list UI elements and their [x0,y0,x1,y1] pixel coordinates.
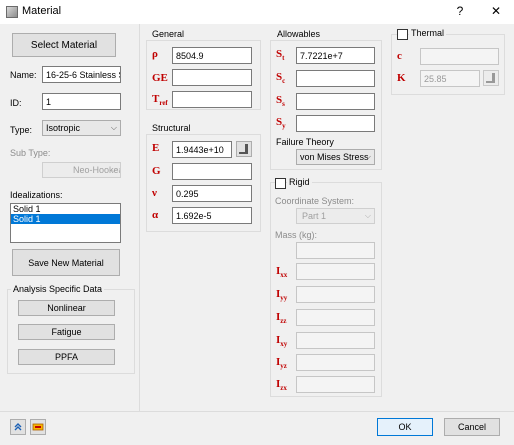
sc-field[interactable] [296,70,375,87]
temperature-table-icon [483,70,499,86]
coordinate-system-label: Coordinate System: [275,196,355,206]
alpha-symbol: α [152,209,159,221]
specific-heat-field [420,48,499,65]
list-item[interactable]: Solid 1 [11,204,120,214]
ok-button[interactable]: OK [377,418,433,436]
chevron-down-icon: ⌵ [110,165,117,174]
alpha-field[interactable]: 1.692e-5 [172,207,252,224]
density-field[interactable]: 8504.9 [172,47,252,64]
poisson-symbol: ν [152,187,157,199]
ixx-symbol: Ixx [276,265,288,280]
idealizations-list[interactable]: Solid 1 Solid 1 [10,203,121,243]
failure-theory-select[interactable]: von Mises Stress ⌵ [296,149,375,165]
nonlinear-button[interactable]: Nonlinear [18,300,115,316]
type-select-value: Isotropic [46,123,81,133]
chevron-down-icon: ⌵ [364,152,371,161]
chevron-down-icon: ⌵ [110,123,117,132]
help-button[interactable]: ? [453,4,467,18]
iyy-symbol: Iyy [276,288,288,303]
rigid-checkbox[interactable] [275,178,286,189]
window-title: Material [22,5,62,17]
footer-separator [0,411,514,412]
sc-symbol: Sc [276,71,286,86]
iyy-field [296,286,375,303]
conductivity-field: 25.85 [420,70,480,87]
close-icon[interactable]: ✕ [489,4,503,18]
id-field[interactable]: 1 [42,93,121,110]
iyz-symbol: Iyz [276,356,287,371]
st-symbol: St [276,48,285,63]
iyz-field [296,354,375,371]
sy-field[interactable] [296,115,375,132]
list-item-selected[interactable]: Solid 1 [11,214,120,224]
title-bar [0,0,514,24]
name-label: Name: [10,70,37,80]
subtype-label: Sub Type: [10,148,51,158]
specific-heat-symbol: c [397,50,402,62]
material-app-icon [6,6,18,18]
coordinate-system-value: Part 1 [302,211,327,221]
coordinate-system-select: Part 1 ⌵ [296,208,375,224]
temperature-table-icon[interactable] [236,141,252,157]
save-new-material-button[interactable]: Save New Material [12,249,120,276]
ss-field[interactable] [296,93,375,110]
allowables-title: Allowables [277,29,321,39]
fatigue-button[interactable]: Fatigue [18,324,115,340]
modulus-field[interactable]: 1.9443e+10 [172,141,232,158]
ss-symbol: Ss [276,94,285,109]
type-select[interactable]: Isotropic ⌵ [42,120,121,136]
izz-field [296,309,375,326]
ixy-symbol: Ixy [276,334,288,349]
structural-title: Structural [152,123,191,133]
thermal-title: Thermal [409,28,447,38]
izx-symbol: Izx [276,378,287,393]
failure-theory-value: von Mises Stress [300,152,369,162]
conductivity-symbol: K [397,72,406,84]
tref-symbol: Tref [152,93,168,108]
mass-field [296,242,375,259]
shear-modulus-field[interactable] [172,163,252,180]
sy-symbol: Sy [276,116,286,131]
mass-label: Mass (kg): [275,230,318,240]
subtype-select: Neo-Hookean ⌵ [42,162,121,178]
ixx-field [296,263,375,280]
izx-field [296,376,375,393]
ixy-field [296,332,375,349]
modulus-symbol: E [152,142,160,154]
cancel-button[interactable]: Cancel [444,418,500,436]
ppfa-button[interactable]: PPFA [18,349,115,365]
shear-modulus-symbol: G [152,165,161,177]
izz-symbol: Izz [276,311,287,326]
chevron-down-icon: ⌵ [364,211,371,220]
material-library-icon[interactable] [30,419,46,435]
panel-divider [139,24,140,411]
general-title: General [152,29,185,39]
analysis-specific-data-title: Analysis Specific Data [11,284,105,294]
poisson-field[interactable]: 0.295 [172,185,252,202]
idealizations-label: Idealizations: [10,190,63,200]
tref-field[interactable] [172,91,252,108]
collapse-icon[interactable] [10,419,26,435]
thermal-checkbox[interactable] [397,29,408,40]
failure-theory-label: Failure Theory [276,137,334,147]
rigid-title: Rigid [287,177,312,187]
density-symbol: ρ [152,48,158,60]
name-field[interactable]: 16-25-6 Stainless S [42,66,121,83]
ge-field[interactable] [172,69,252,86]
st-field[interactable]: 7.7221e+7 [296,47,375,64]
type-label: Type: [10,125,33,135]
id-label: ID: [10,98,22,108]
select-material-button[interactable]: Select Material [12,33,116,57]
ge-symbol: GE [152,72,168,84]
